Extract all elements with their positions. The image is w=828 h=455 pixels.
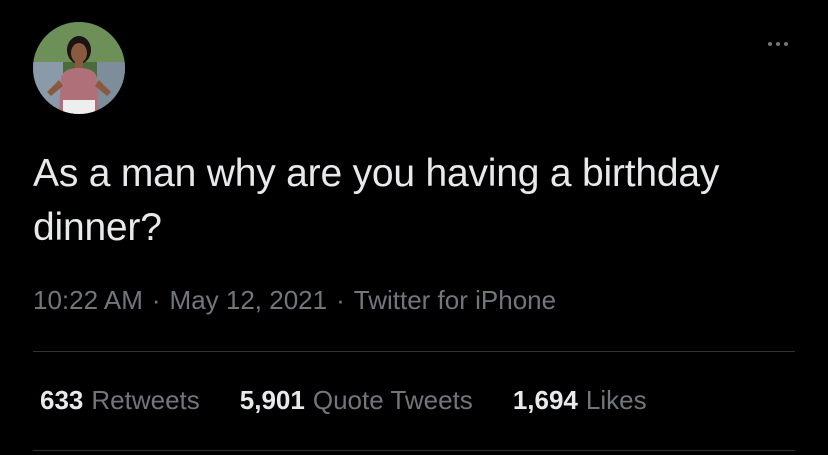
divider [33, 351, 795, 352]
tweet-date[interactable]: May 12, 2021 [170, 285, 328, 315]
tweet-time[interactable]: 10:22 AM [33, 285, 143, 315]
quote-tweets-stat[interactable]: 5,901 Quote Tweets [240, 383, 473, 417]
more-horizontal-icon [768, 42, 772, 46]
quote-tweets-count: 5,901 [239, 385, 305, 415]
more-options-button[interactable] [762, 36, 794, 52]
meta-separator: · [336, 285, 345, 315]
meta-separator: · [151, 285, 161, 315]
tweet-stats: 633 Retweets 5,901 Quote Tweets 1,694 Likes [40, 383, 687, 417]
tweet-text: As a man why are you having a birthday d… [33, 152, 720, 249]
retweets-count: 633 [40, 385, 84, 415]
retweets-stat[interactable]: 633 Retweets [40, 383, 200, 417]
likes-stat[interactable]: 1,694 Likes [513, 383, 647, 417]
tweet-meta: 10:22 AM · May 12, 2021 · Twitter for iPhone [33, 284, 556, 316]
likes-label: Likes [585, 385, 647, 415]
quote-tweets-label: Quote Tweets [312, 385, 473, 415]
avatar[interactable] [33, 22, 125, 114]
likes-count: 1,694 [512, 385, 578, 415]
tweet-source[interactable]: Twitter for iPhone [354, 285, 556, 315]
retweets-label: Retweets [91, 385, 200, 415]
profile-photo [33, 22, 125, 114]
divider [33, 450, 795, 451]
